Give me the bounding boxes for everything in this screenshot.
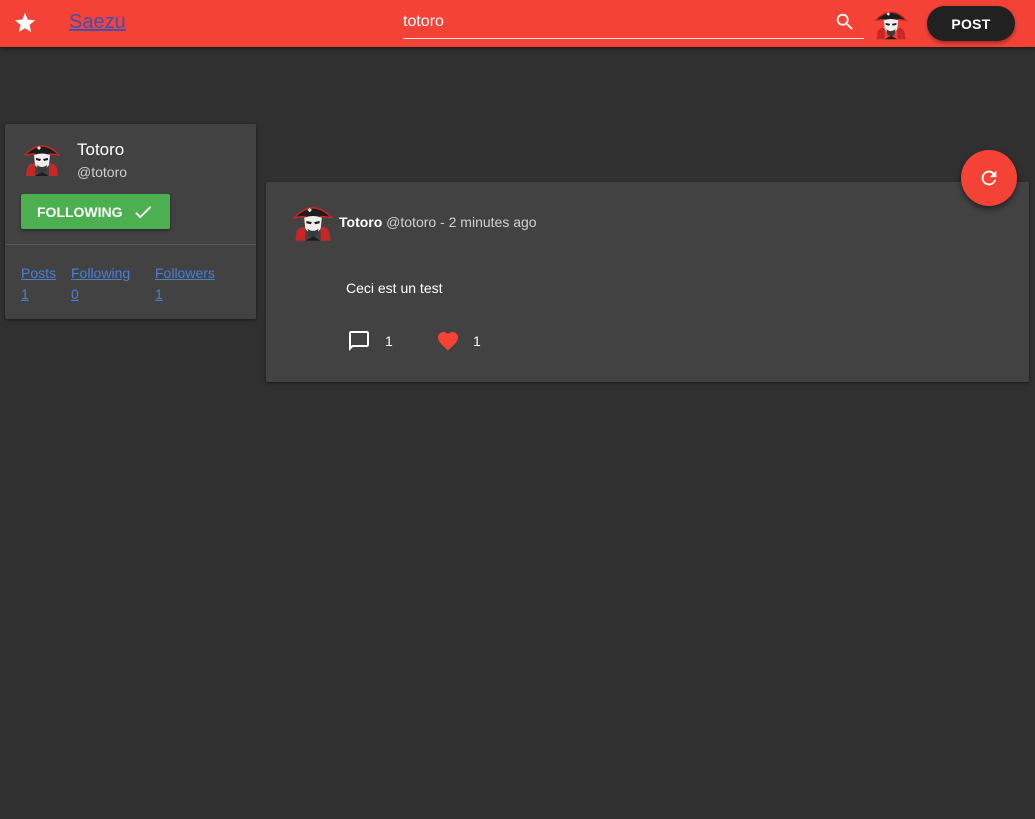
profile-card: Totoro @totoro FOLLOWING Posts 1 Followi… xyxy=(5,124,256,319)
like-count: 1 xyxy=(473,333,481,349)
posts-stat-value: 1 xyxy=(21,286,29,302)
post-text: Ceci est un test xyxy=(346,280,443,296)
star-icon[interactable] xyxy=(13,11,37,35)
post-author-avatar[interactable] xyxy=(291,198,335,244)
check-icon xyxy=(135,206,152,219)
following-button-label: FOLLOWING xyxy=(37,203,123,220)
following-stat-link[interactable]: Following 0 xyxy=(71,263,130,305)
search-icon[interactable] xyxy=(834,11,856,33)
profile-handle: @totoro xyxy=(77,164,128,180)
posts-stat-link[interactable]: Posts 1 xyxy=(21,263,56,305)
comment-icon[interactable] xyxy=(347,329,371,353)
followers-stat-label: Followers xyxy=(155,265,215,281)
comment-count: 1 xyxy=(385,333,393,349)
profile-name: Totoro xyxy=(77,140,125,159)
following-button[interactable]: FOLLOWING xyxy=(21,194,170,229)
following-stat-label: Following xyxy=(71,265,131,281)
following-stat-value: 0 xyxy=(71,286,79,302)
followers-stat-value: 1 xyxy=(155,286,163,302)
post-card: Totoro @totoro - 2 minutes ago Ceci est … xyxy=(266,182,1029,382)
posts-stat-label: Posts xyxy=(21,265,57,281)
user-avatar[interactable] xyxy=(873,5,909,41)
post-author-handle[interactable]: @totoro xyxy=(386,214,436,230)
refresh-icon xyxy=(981,170,997,186)
heart-icon[interactable] xyxy=(436,329,460,353)
post-meta: Totoro @totoro - 2 minutes ago xyxy=(339,214,537,230)
post-author-name[interactable]: Totoro xyxy=(339,214,382,230)
divider xyxy=(5,244,256,245)
post-timestamp: - 2 minutes ago xyxy=(440,214,537,230)
refresh-button[interactable] xyxy=(961,150,1017,206)
search-field xyxy=(403,9,864,39)
brand-link[interactable]: Saezu xyxy=(69,11,126,34)
top-app-bar: Saezu POST xyxy=(0,0,1035,47)
followers-stat-link[interactable]: Followers 1 xyxy=(155,263,215,305)
profile-avatar xyxy=(22,138,62,178)
new-post-button[interactable]: POST xyxy=(927,6,1015,41)
search-input[interactable] xyxy=(403,11,823,33)
